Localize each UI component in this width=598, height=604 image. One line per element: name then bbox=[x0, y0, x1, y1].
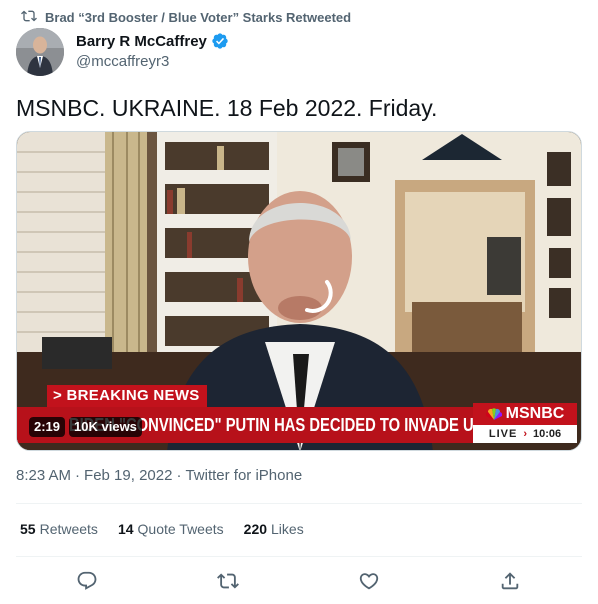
retweets-stat[interactable]: 55 Retweets bbox=[20, 521, 98, 537]
video-player[interactable]: > BREAKING NEWS BIDEN "CONVINCED" PUTIN … bbox=[16, 131, 582, 451]
meta-separator: · bbox=[75, 467, 81, 484]
video-views: 10K views bbox=[69, 417, 142, 437]
live-arrow-icon: › bbox=[523, 428, 527, 440]
network-name: MSNBC bbox=[505, 405, 565, 422]
network-bug: MSNBC LIVE › 10:06 bbox=[473, 403, 577, 443]
tweet-meta: 8:23 AM · Feb 19, 2022 · Twitter for iPh… bbox=[16, 467, 302, 484]
likes-stat[interactable]: 220 Likes bbox=[244, 521, 304, 537]
like-button[interactable] bbox=[356, 568, 382, 594]
tweet-date[interactable]: Feb 19, 2022 bbox=[84, 467, 172, 484]
author-handle[interactable]: @mccaffreyr3 bbox=[76, 53, 229, 70]
retweets-count: 55 bbox=[20, 521, 36, 537]
loading-spinner-icon bbox=[305, 280, 333, 313]
live-time: 10:06 bbox=[532, 428, 562, 440]
divider bbox=[16, 556, 582, 557]
divider bbox=[16, 503, 582, 504]
verified-badge-icon bbox=[211, 32, 229, 50]
share-icon bbox=[501, 572, 519, 590]
like-icon bbox=[359, 573, 379, 590]
breaking-news-banner: > BREAKING NEWS bbox=[47, 385, 207, 407]
tweet-stats: 55 Retweets 14 Quote Tweets 220 Likes bbox=[20, 521, 304, 537]
avatar[interactable] bbox=[16, 28, 64, 76]
retweet-context-text: Brad “3rd Booster / Blue Voter” Starks R… bbox=[45, 10, 352, 25]
retweet-context[interactable]: Brad “3rd Booster / Blue Voter” Starks R… bbox=[21, 8, 351, 27]
retweet-icon bbox=[21, 8, 37, 27]
video-duration: 2:19 bbox=[29, 417, 66, 437]
share-button[interactable] bbox=[497, 568, 523, 594]
retweet-button[interactable] bbox=[215, 568, 241, 594]
tweet-time[interactable]: 8:23 AM bbox=[16, 467, 71, 484]
retweets-label: Retweets bbox=[39, 521, 98, 537]
likes-count: 220 bbox=[243, 521, 268, 537]
quote-tweets-stat[interactable]: 14 Quote Tweets bbox=[118, 521, 224, 537]
live-label: LIVE bbox=[488, 428, 518, 440]
tweet-author[interactable]: Barry R McCaffrey @mccaffreyr3 bbox=[16, 28, 229, 76]
peacock-logo-icon bbox=[485, 408, 502, 420]
tweet-actions bbox=[0, 568, 598, 594]
reply-button[interactable] bbox=[74, 568, 100, 594]
reply-icon bbox=[77, 571, 97, 590]
meta-separator: · bbox=[176, 467, 182, 484]
retweet-icon bbox=[217, 573, 239, 589]
tweet-text: MSNBC. UKRAINE. 18 Feb 2022. Friday. bbox=[16, 95, 438, 121]
quote-tweets-count: 14 bbox=[117, 521, 134, 537]
likes-label: Likes bbox=[271, 521, 304, 537]
author-display-name[interactable]: Barry R McCaffrey bbox=[76, 33, 207, 50]
tweet-source[interactable]: Twitter for iPhone bbox=[185, 467, 302, 484]
quote-tweets-label: Quote Tweets bbox=[137, 521, 224, 537]
